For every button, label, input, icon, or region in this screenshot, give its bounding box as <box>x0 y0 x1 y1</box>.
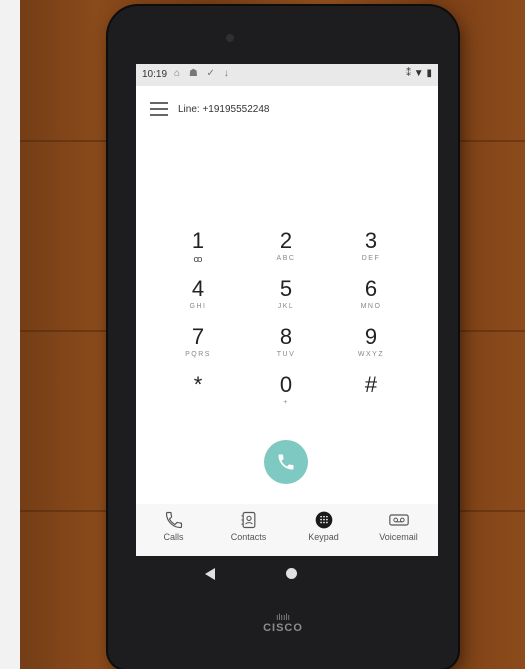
nav-keypad[interactable]: Keypad <box>286 510 361 542</box>
key-digit: 9 <box>364 324 378 349</box>
key-digit: 2 <box>279 228 293 253</box>
key-digit: * <box>193 372 203 397</box>
key-0[interactable]: 0 + <box>246 373 326 423</box>
key-letters: ABC <box>276 255 296 262</box>
key-6[interactable]: 6 MNO <box>331 277 411 327</box>
call-button[interactable] <box>264 440 308 484</box>
voicemail-icon: ꝏ <box>193 254 203 264</box>
key-letters: WXYZ <box>357 351 385 358</box>
key-5[interactable]: 5 JKL <box>246 277 326 327</box>
voicemail-icon <box>388 514 409 526</box>
key-1[interactable]: 1 ꝏ <box>158 229 238 279</box>
key-7[interactable]: 7 PQRS <box>158 325 238 375</box>
key-letters: DEF <box>361 255 381 262</box>
line-number-label: Line: +19195552248 <box>178 104 270 115</box>
phone-screen: 10:19 ⌂ ☗ ✓ ↓ ⁑ ▼ ▮ Line: +19195552248 1… <box>136 64 438 556</box>
key-hash[interactable]: # <box>331 373 411 423</box>
key-digit: 8 <box>279 324 293 349</box>
nav-label: Contacts <box>230 532 267 542</box>
home-circle-icon[interactable] <box>286 568 297 579</box>
key-star[interactable]: * <box>158 373 238 423</box>
front-camera <box>226 34 234 42</box>
key-digit: # <box>364 372 378 397</box>
key-letters: TUV <box>276 351 296 358</box>
phone-device: 10:19 ⌂ ☗ ✓ ↓ ⁑ ▼ ▮ Line: +19195552248 1… <box>108 6 458 669</box>
key-digit: 7 <box>191 324 205 349</box>
nav-label: Voicemail <box>379 532 418 542</box>
key-4[interactable]: 4 GHI <box>158 277 238 327</box>
key-letters: MNO <box>360 303 382 310</box>
bottom-navigation: Calls Contacts Keypad Voicemail <box>136 504 438 556</box>
app-header: Line: +19195552248 <box>136 94 438 124</box>
key-digit: 0 <box>279 372 293 397</box>
nav-label: Keypad <box>308 532 339 542</box>
background-left-edge <box>0 0 20 669</box>
phone-icon <box>165 511 182 529</box>
key-digit: 6 <box>364 276 378 301</box>
key-digit: 4 <box>191 276 205 301</box>
cisco-bars-icon: ılıılı <box>275 612 290 622</box>
key-2[interactable]: 2 ABC <box>246 229 326 279</box>
keypad-icon <box>315 511 332 529</box>
key-9[interactable]: 9 WXYZ <box>331 325 411 375</box>
key-3[interactable]: 3 DEF <box>331 229 411 279</box>
status-time: 10:19 <box>142 69 168 80</box>
back-triangle-icon[interactable] <box>205 568 215 580</box>
phone-icon <box>278 454 294 470</box>
key-letters: PQRS <box>185 351 211 358</box>
nav-contacts[interactable]: Contacts <box>211 510 286 542</box>
cisco-logo: ılıılı CISCO <box>258 612 308 634</box>
key-letters: GHI <box>189 303 207 310</box>
key-digit: 1 <box>191 228 205 253</box>
key-digit: 5 <box>279 276 293 301</box>
nav-voicemail[interactable]: Voicemail <box>361 510 436 542</box>
nav-calls[interactable]: Calls <box>136 510 211 542</box>
notification-icons: ⌂ ☗ ✓ ↓ <box>174 68 232 79</box>
key-8[interactable]: 8 TUV <box>246 325 326 375</box>
signal-battery-icons: ⁑ ▼ ▮ <box>406 68 432 79</box>
key-letters: + <box>283 399 289 406</box>
contacts-icon <box>241 511 255 529</box>
android-navigation <box>108 562 458 586</box>
hamburger-menu-icon[interactable] <box>150 102 168 116</box>
nav-label: Calls <box>163 532 184 542</box>
status-bar: 10:19 ⌂ ☗ ✓ ↓ ⁑ ▼ ▮ <box>136 64 438 86</box>
cisco-wordmark: CISCO <box>263 622 303 634</box>
key-digit: 3 <box>364 228 378 253</box>
key-letters: JKL <box>277 303 295 310</box>
